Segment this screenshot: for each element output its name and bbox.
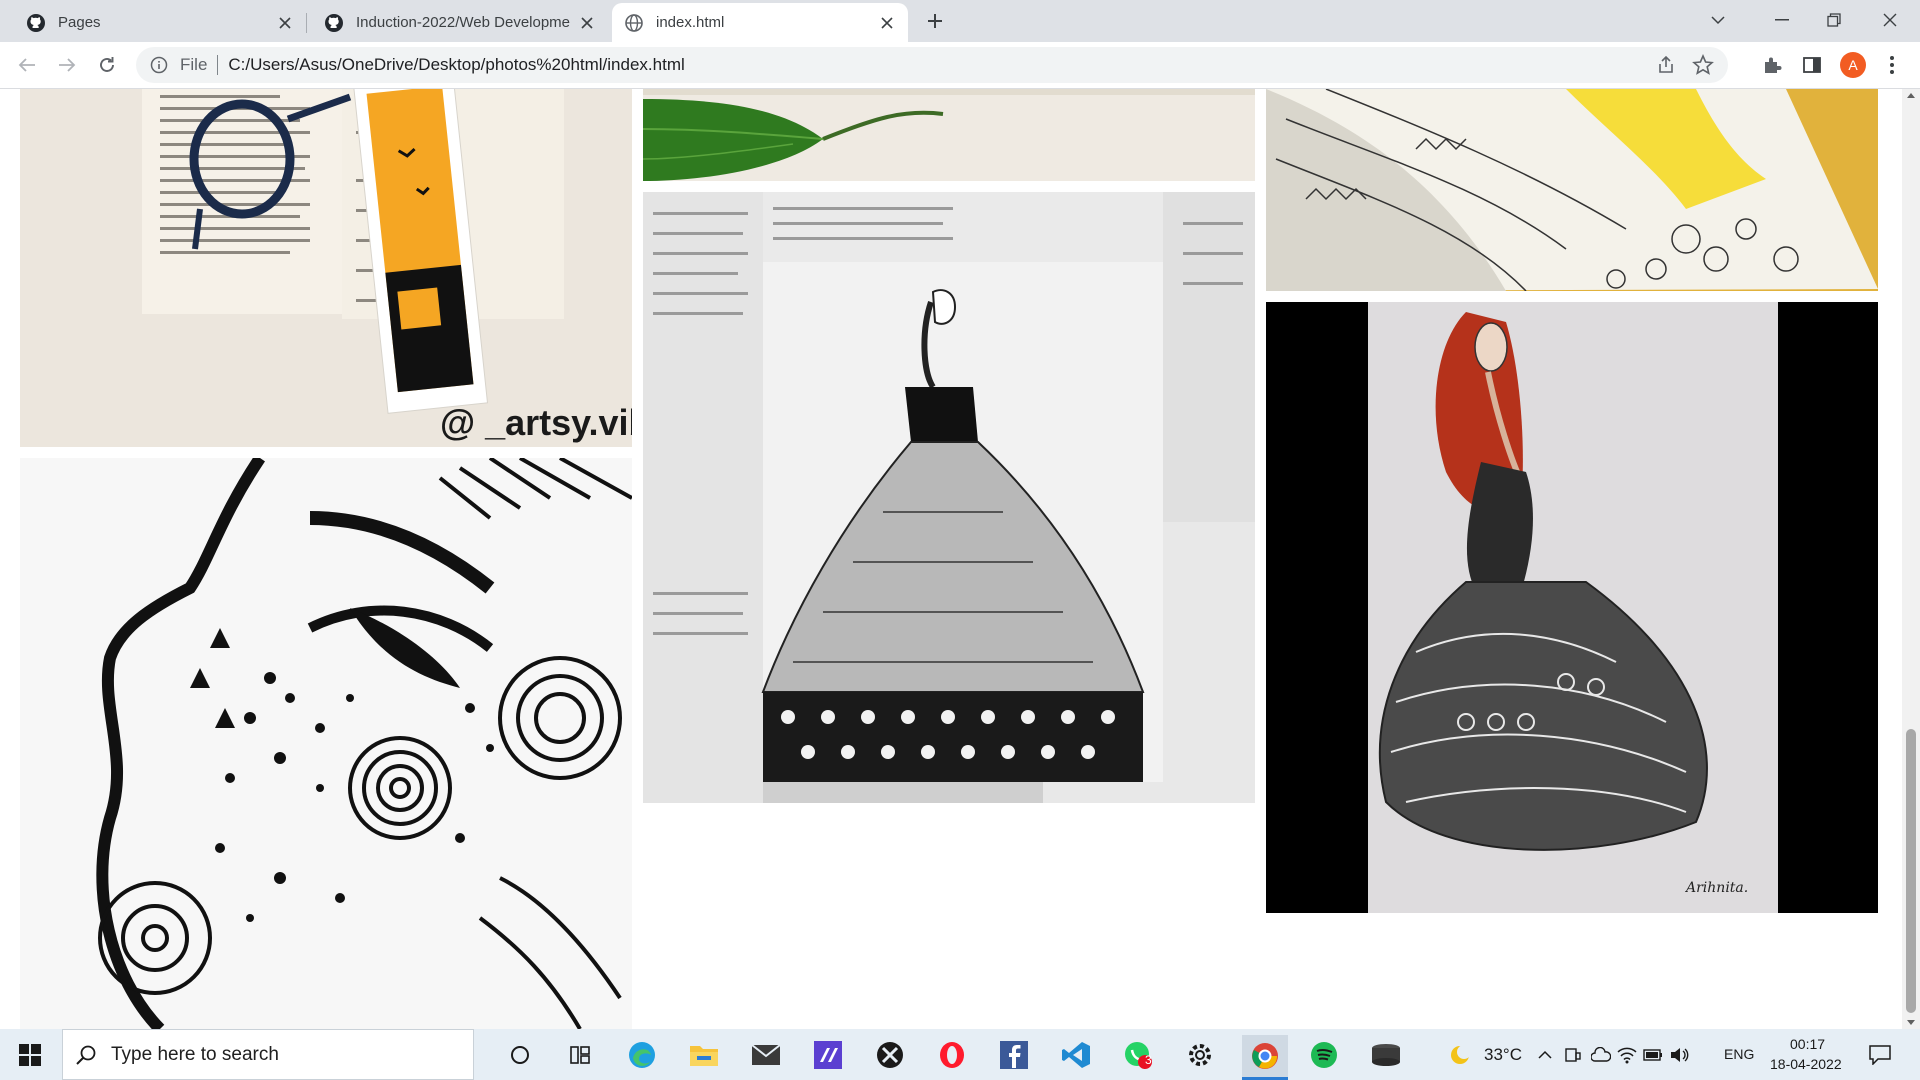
tab-pages[interactable]: Pages [14,3,307,42]
extensions-icon[interactable] [1760,53,1784,77]
cortana-icon[interactable] [500,1035,540,1075]
tab-strip: Pages Induction-2022/Web Developme index… [0,0,1920,42]
file-explorer-icon[interactable] [684,1035,724,1075]
share-icon[interactable] [1656,55,1676,75]
mail-icon[interactable] [746,1035,786,1075]
xbox-icon[interactable] [870,1035,910,1075]
gallery-image-ruffle-dress-art[interactable]: Arihnita. [1266,302,1878,913]
spotify-icon[interactable] [1304,1035,1344,1075]
search-icon [75,1044,97,1066]
vscode-icon[interactable] [1056,1035,1096,1075]
settings-gear-icon[interactable] [1180,1035,1220,1075]
weather-moon-icon [1440,1035,1480,1075]
profile-avatar[interactable]: A [1840,52,1866,78]
address-bar[interactable]: File C:/Users/Asus/OneDrive/Desktop/phot… [136,47,1728,83]
gallery-image-dress-sketch-books[interactable] [643,192,1255,803]
minimize-icon[interactable] [1760,0,1804,40]
device-icon[interactable] [1560,1035,1586,1075]
close-window-icon[interactable] [1868,0,1912,40]
menu-kebab-icon[interactable] [1880,53,1904,77]
gallery-image-yellow-dress-art[interactable] [1266,89,1878,291]
windows-taskbar: Type here to search 3 33°C ENG 00:17 18-… [0,1029,1920,1080]
scheme-label: File [180,55,208,74]
search-placeholder: Type here to search [111,1043,279,1065]
globe-icon [624,13,644,33]
signature-text: Arihnita. [1684,880,1748,896]
whatsapp-badge: 3 [1145,1053,1152,1067]
close-icon[interactable] [578,14,596,32]
tab-index-html[interactable]: index.html [612,3,908,42]
tray-chevron-up-icon[interactable] [1534,1035,1556,1075]
back-icon[interactable] [12,50,42,80]
restore-icon[interactable] [1812,0,1856,40]
chrome-icon[interactable] [1242,1035,1288,1080]
tab-title: index.html [656,14,725,31]
close-icon[interactable] [276,14,294,32]
storage-app-icon[interactable] [1366,1035,1406,1075]
windows-start-icon[interactable] [10,1035,50,1075]
whatsapp-icon[interactable]: 3 [1118,1035,1158,1075]
tab-induction[interactable]: Induction-2022/Web Developme [312,3,608,42]
battery-icon[interactable] [1640,1035,1666,1075]
tab-search-icon[interactable] [1696,0,1740,40]
page-viewport: @ _artsy.vibe [0,89,1902,1029]
gallery-image-zentangle-face[interactable] [20,458,632,1029]
page-scrollbar[interactable] [1902,89,1920,1029]
info-icon[interactable] [150,56,168,74]
github-icon [324,13,344,33]
visual-studio-icon[interactable] [808,1035,848,1075]
scrollbar-thumb[interactable] [1906,729,1916,1013]
tab-title: Induction-2022/Web Developme [356,14,570,31]
network-wifi-icon[interactable] [1614,1035,1640,1075]
clock-time[interactable]: 00:17 [1790,1036,1825,1052]
clock-date[interactable]: 18-04-2022 [1770,1056,1842,1072]
gallery-image-leaf[interactable] [643,89,1255,181]
task-view-icon[interactable] [560,1035,600,1075]
tab-title: Pages [58,14,101,31]
reload-icon[interactable] [92,50,122,80]
volume-icon[interactable] [1666,1035,1692,1075]
bookmark-star-icon[interactable] [1692,53,1714,76]
cloud-icon[interactable] [1588,1035,1614,1075]
language-indicator[interactable]: ENG [1724,1046,1754,1062]
close-icon[interactable] [878,14,896,32]
github-icon [26,13,46,33]
side-panel-icon[interactable] [1800,53,1824,77]
weather-temperature[interactable]: 33°C [1484,1045,1522,1065]
watermark-text: @ _artsy.vibe [440,402,632,443]
taskbar-search[interactable]: Type here to search [62,1029,474,1080]
forward-icon[interactable] [52,50,82,80]
url-text[interactable]: C:/Users/Asus/OneDrive/Desktop/photos%20… [228,55,684,75]
browser-toolbar: File C:/Users/Asus/OneDrive/Desktop/phot… [0,42,1920,89]
new-tab-button[interactable] [922,8,948,34]
opera-icon[interactable] [932,1035,972,1075]
notifications-icon[interactable] [1860,1035,1900,1075]
facebook-icon[interactable] [994,1035,1034,1075]
edge-icon[interactable] [622,1035,662,1075]
gallery-image-book-bookmark[interactable]: @ _artsy.vibe [20,89,632,447]
